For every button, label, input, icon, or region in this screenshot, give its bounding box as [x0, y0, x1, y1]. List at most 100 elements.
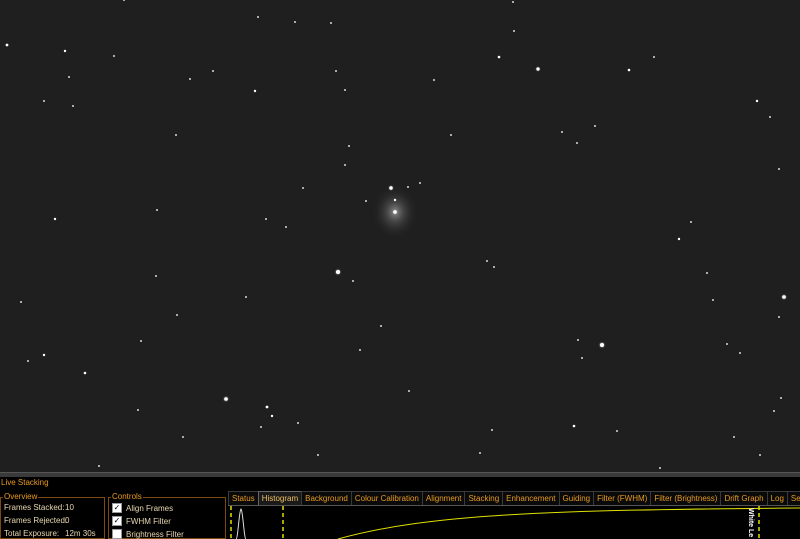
star: [352, 280, 354, 282]
histogram-area[interactable]: White Le: [228, 505, 800, 539]
controls-legend: Controls: [111, 492, 143, 501]
star: [359, 349, 361, 351]
tab-background[interactable]: Background: [301, 491, 352, 505]
star: [778, 168, 780, 170]
star: [155, 275, 157, 277]
star: [393, 210, 397, 214]
tab-guiding[interactable]: Guiding: [558, 491, 595, 505]
frames-rejected-value: 0: [65, 516, 70, 525]
star: [212, 70, 214, 72]
tab-log[interactable]: Log: [766, 491, 788, 505]
star: [245, 296, 247, 298]
star: [594, 125, 596, 127]
live-stacking-panel: Live Stacking Overview Frames Stacked: 1…: [0, 477, 800, 539]
star: [408, 390, 410, 392]
stretch-curve: [337, 507, 800, 539]
star: [659, 467, 661, 469]
star: [407, 186, 409, 188]
align-frames-checkbox[interactable]: ✓ Align Frames: [112, 503, 173, 513]
brightness-filter-label: Brightness Filter: [126, 529, 184, 539]
stacked-image-view[interactable]: [0, 0, 800, 472]
star: [433, 79, 435, 81]
star: [189, 78, 191, 80]
star: [63, 49, 67, 53]
star: [733, 436, 735, 438]
star: [68, 76, 70, 78]
tab-status[interactable]: Status: [228, 491, 259, 505]
star: [600, 343, 604, 347]
star: [42, 353, 46, 357]
frames-stacked-label: Frames Stacked:: [4, 503, 65, 512]
star: [224, 397, 228, 401]
star: [335, 70, 337, 72]
star: [330, 22, 332, 24]
histogram-peak: [235, 508, 247, 539]
star: [344, 89, 346, 91]
star: [348, 145, 350, 147]
star: [497, 55, 501, 59]
star: [20, 301, 22, 303]
tab-colour-calibration[interactable]: Colour Calibration: [350, 491, 423, 505]
total-exposure-value: 12m 30s: [65, 529, 96, 538]
tab-enhancement[interactable]: Enhancement: [502, 491, 560, 505]
star: [706, 272, 708, 274]
align-frames-label: Align Frames: [126, 503, 174, 513]
star: [782, 295, 786, 299]
align-frames-check[interactable]: ✓: [112, 503, 122, 513]
overview-row: Frames Rejected: 0: [4, 516, 70, 525]
star: [5, 43, 9, 47]
frames-rejected-label: Frames Rejected:: [4, 516, 68, 525]
tab-alignment[interactable]: Alignment: [421, 491, 466, 505]
overview-group: Overview Frames Stacked: 10 Frames Rejec…: [0, 492, 105, 539]
star: [317, 454, 319, 456]
star: [285, 226, 287, 228]
star: [690, 221, 692, 223]
fwhm-filter-checkbox[interactable]: ✓ FWHM Filter: [112, 516, 171, 526]
star: [393, 198, 397, 202]
star: [561, 131, 563, 133]
total-exposure-label: Total Exposure:: [4, 529, 60, 538]
overview-row: Total Exposure: 12m 30s: [4, 529, 96, 538]
tab-filter-brightness[interactable]: Filter (Brightness): [650, 491, 722, 505]
fwhm-filter-check[interactable]: ✓: [112, 516, 122, 526]
star: [260, 426, 262, 428]
star: [98, 465, 100, 467]
star: [726, 343, 728, 345]
star: [536, 67, 540, 71]
overview-row: Frames Stacked: 10: [4, 503, 74, 512]
tab-drift-graph[interactable]: Drift Graph: [720, 491, 768, 505]
star: [176, 314, 178, 316]
tab-histogram[interactable]: Histogram: [257, 491, 303, 506]
star: [513, 30, 515, 32]
tab-stacking[interactable]: Stacking: [464, 491, 504, 505]
star: [581, 357, 583, 359]
star: [616, 430, 618, 432]
star: [265, 405, 269, 409]
star: [739, 352, 741, 354]
histogram-graph: [230, 506, 800, 539]
star: [302, 187, 304, 189]
star: [253, 89, 257, 93]
star: [297, 422, 299, 424]
star: [175, 134, 177, 136]
star: [576, 142, 578, 144]
star: [512, 1, 514, 3]
star: [257, 16, 259, 18]
overview-legend: Overview: [3, 492, 39, 501]
star: [27, 360, 29, 362]
controls-group: Controls ✓ Align Frames ✓ FWHM Filter Br…: [108, 492, 226, 539]
star: [773, 410, 775, 412]
fwhm-filter-label: FWHM Filter: [126, 516, 171, 526]
star: [53, 217, 57, 221]
star: [365, 200, 367, 202]
star: [336, 270, 340, 274]
star: [270, 414, 274, 418]
star: [156, 209, 158, 211]
star: [778, 316, 780, 318]
star: [627, 68, 631, 72]
tab-settings[interactable]: Setti: [786, 491, 800, 505]
star: [182, 436, 184, 438]
star: [491, 429, 493, 431]
tab-strip: Status Histogram Background Colour Calib…: [228, 491, 800, 506]
tab-filter-fwhm[interactable]: Filter (FWHM): [593, 491, 652, 505]
